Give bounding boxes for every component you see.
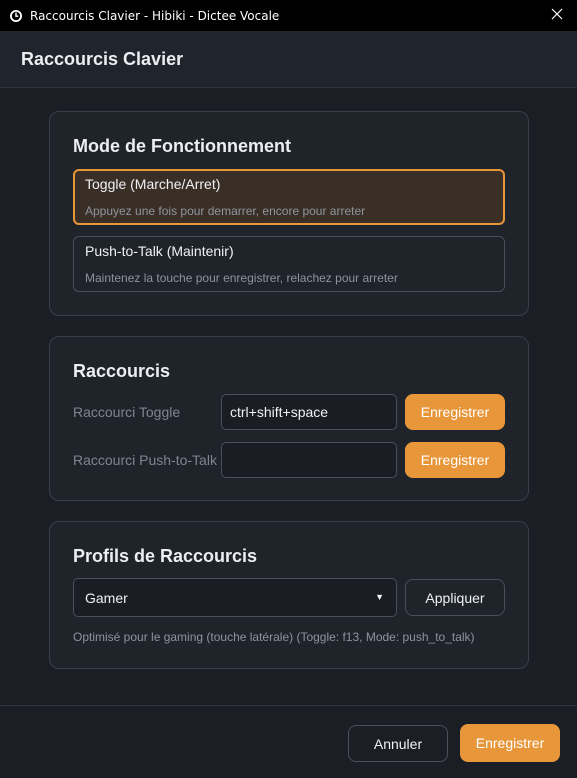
dialog-footer: Annuler Enregistrer (0, 705, 577, 778)
mode-option-description: Appuyez une fois pour demarrer, encore p… (85, 204, 366, 218)
window-title: Raccourcis Clavier - Hibiki - Dictee Voc… (30, 8, 280, 23)
dialog-header: Raccourcis Clavier (0, 31, 577, 88)
shortcuts-card: Raccourcis Raccourci Toggle ctrl+shift+s… (49, 336, 529, 501)
toggle-shortcut-input[interactable]: ctrl+shift+space (221, 394, 397, 430)
mode-option-label: Toggle (Marche/Arret) (85, 176, 221, 192)
record-push-to-talk-shortcut-button[interactable]: Enregistrer (405, 442, 505, 478)
record-toggle-shortcut-button[interactable]: Enregistrer (405, 394, 505, 430)
close-icon (551, 7, 563, 25)
apply-profile-button[interactable]: Appliquer (405, 579, 505, 616)
mode-section-title: Mode de Fonctionnement (73, 136, 291, 156)
shortcuts-section-title: Raccourcis (73, 361, 171, 381)
mode-card: Mode de Fonctionnement Toggle (Marche/Ar… (49, 111, 529, 316)
profile-select[interactable]: Gamer ▼ (73, 578, 397, 617)
mode-option-label: Push-to-Talk (Maintenir) (85, 243, 234, 259)
cancel-button[interactable]: Annuler (348, 725, 448, 762)
chevron-down-icon: ▼ (375, 592, 384, 602)
profiles-section-title: Profils de Raccourcis (73, 546, 258, 566)
mode-option-description: Maintenez la touche pour enregistrer, re… (85, 271, 398, 285)
profiles-card: Profils de Raccourcis Gamer ▼ Appliquer … (49, 521, 529, 669)
mode-option-toggle[interactable]: Toggle (Marche/Arret) Appuyez une fois p… (73, 169, 505, 225)
profile-description: Optimisé pour le gaming (touche latérale… (73, 630, 475, 644)
push-to-talk-shortcut-input[interactable] (221, 442, 397, 478)
push-to-talk-shortcut-label: Raccourci Push-to-Talk (73, 452, 217, 468)
window-titlebar: Raccourcis Clavier - Hibiki - Dictee Voc… (0, 0, 577, 31)
app-logo-icon (8, 8, 24, 24)
save-button[interactable]: Enregistrer (460, 724, 560, 762)
mode-option-push-to-talk[interactable]: Push-to-Talk (Maintenir) Maintenez la to… (73, 236, 505, 292)
toggle-shortcut-label: Raccourci Toggle (73, 404, 181, 420)
page-title: Raccourcis Clavier (21, 48, 184, 69)
profile-select-value: Gamer (85, 589, 128, 606)
window-close-button[interactable] (537, 0, 577, 31)
